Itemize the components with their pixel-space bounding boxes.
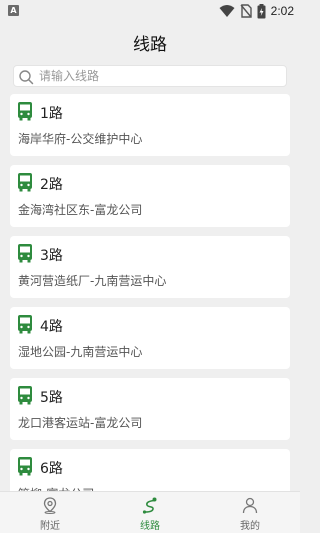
route-terminals: 海岸华府-公交维护中心 <box>18 132 143 146</box>
route-name: 6路 <box>40 461 63 477</box>
search-input[interactable] <box>39 66 279 86</box>
route-name: 3路 <box>40 248 63 264</box>
route-list: 1路 海岸华府-公交维护中心 2路 金海湾社区东-富龙公司 3路 黄河营造纸厂-… <box>10 94 290 520</box>
route-terminals: 湿地公园-九南营运中心 <box>18 345 143 359</box>
bus-icon <box>18 315 32 334</box>
route-card[interactable]: 2路 金海湾社区东-富龙公司 <box>10 165 290 227</box>
wifi-icon <box>219 5 235 17</box>
tab-mine[interactable]: 我的 <box>200 492 300 533</box>
page-title: 线路 <box>133 35 167 55</box>
route-name: 1路 <box>40 106 63 122</box>
route-card[interactable]: 1路 海岸华府-公交维护中心 <box>10 94 290 156</box>
no-sim-icon <box>240 4 252 18</box>
notification-badge: A <box>8 5 19 16</box>
search-icon <box>19 70 34 85</box>
route-name: 2路 <box>40 177 63 193</box>
tab-nearby[interactable]: 附近 <box>0 492 100 533</box>
bus-icon <box>18 102 32 121</box>
person-icon <box>242 497 258 514</box>
status-bar: A 2:02 <box>0 0 300 22</box>
route-terminals: 龙口港客运站-富龙公司 <box>18 416 143 430</box>
route-card[interactable]: 5路 龙口港客运站-富龙公司 <box>10 378 290 440</box>
route-card[interactable]: 3路 黄河营造纸厂-九南营运中心 <box>10 236 290 298</box>
route-card[interactable]: 4路 湿地公园-九南营运中心 <box>10 307 290 369</box>
bus-icon <box>18 386 32 405</box>
bus-icon <box>18 244 32 263</box>
route-icon <box>142 497 157 514</box>
battery-icon <box>257 3 266 18</box>
status-icons: 2:02 <box>219 2 294 20</box>
route-name: 4路 <box>40 319 63 335</box>
location-pin-icon <box>43 497 57 514</box>
route-terminals: 黄河营造纸厂-九南营运中心 <box>18 274 167 288</box>
tab-label: 线路 <box>140 521 160 532</box>
tab-label: 我的 <box>240 521 260 532</box>
search-bar[interactable] <box>13 65 287 87</box>
bus-icon <box>18 173 32 192</box>
tab-label: 附近 <box>40 521 60 532</box>
tab-routes[interactable]: 线路 <box>100 492 200 533</box>
status-time: 2:02 <box>270 4 294 18</box>
route-name: 5路 <box>40 390 63 406</box>
bus-icon <box>18 457 32 476</box>
bottom-tab-bar: 附近 线路 我的 <box>0 491 300 533</box>
route-terminals: 金海湾社区东-富龙公司 <box>18 203 143 217</box>
